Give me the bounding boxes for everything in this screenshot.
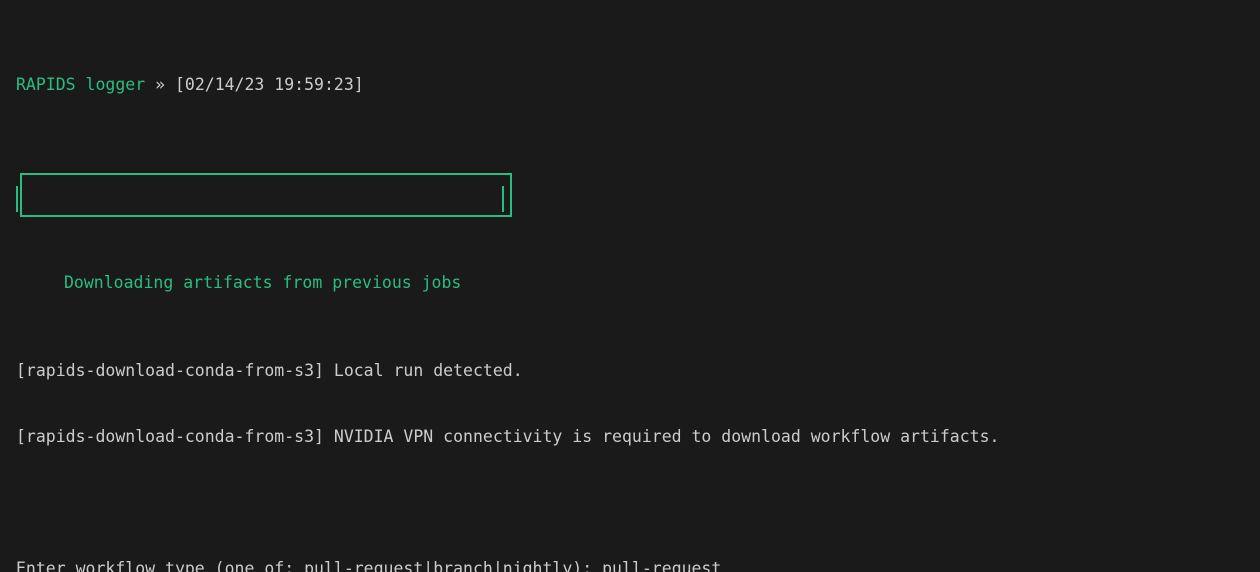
- logger-name: RAPIDS logger: [16, 75, 145, 94]
- logger-header-line: RAPIDS logger » [02/14/23 19:59:23]: [16, 74, 1260, 96]
- header-timestamp: [02/14/23 19:59:23]: [175, 75, 364, 94]
- header-separator: »: [145, 75, 175, 94]
- banner-box: Downloading artifacts from previous jobs: [20, 173, 512, 217]
- blank-line: [16, 492, 1260, 514]
- log-line-vpn: [rapids-download-conda-from-s3] NVIDIA V…: [16, 426, 1260, 448]
- terminal[interactable]: RAPIDS logger » [02/14/23 19:59:23] Down…: [0, 0, 1260, 572]
- banner-block: Downloading artifacts from previous jobs: [16, 162, 1260, 228]
- prompt-workflow-type: Enter workflow type (one of: pull-reques…: [16, 558, 1260, 572]
- banner-right-tick: [502, 186, 504, 212]
- banner-left-tick: [16, 186, 18, 212]
- log-line-local-run: [rapids-download-conda-from-s3] Local ru…: [16, 360, 1260, 382]
- banner-title: Downloading artifacts from previous jobs: [22, 263, 510, 303]
